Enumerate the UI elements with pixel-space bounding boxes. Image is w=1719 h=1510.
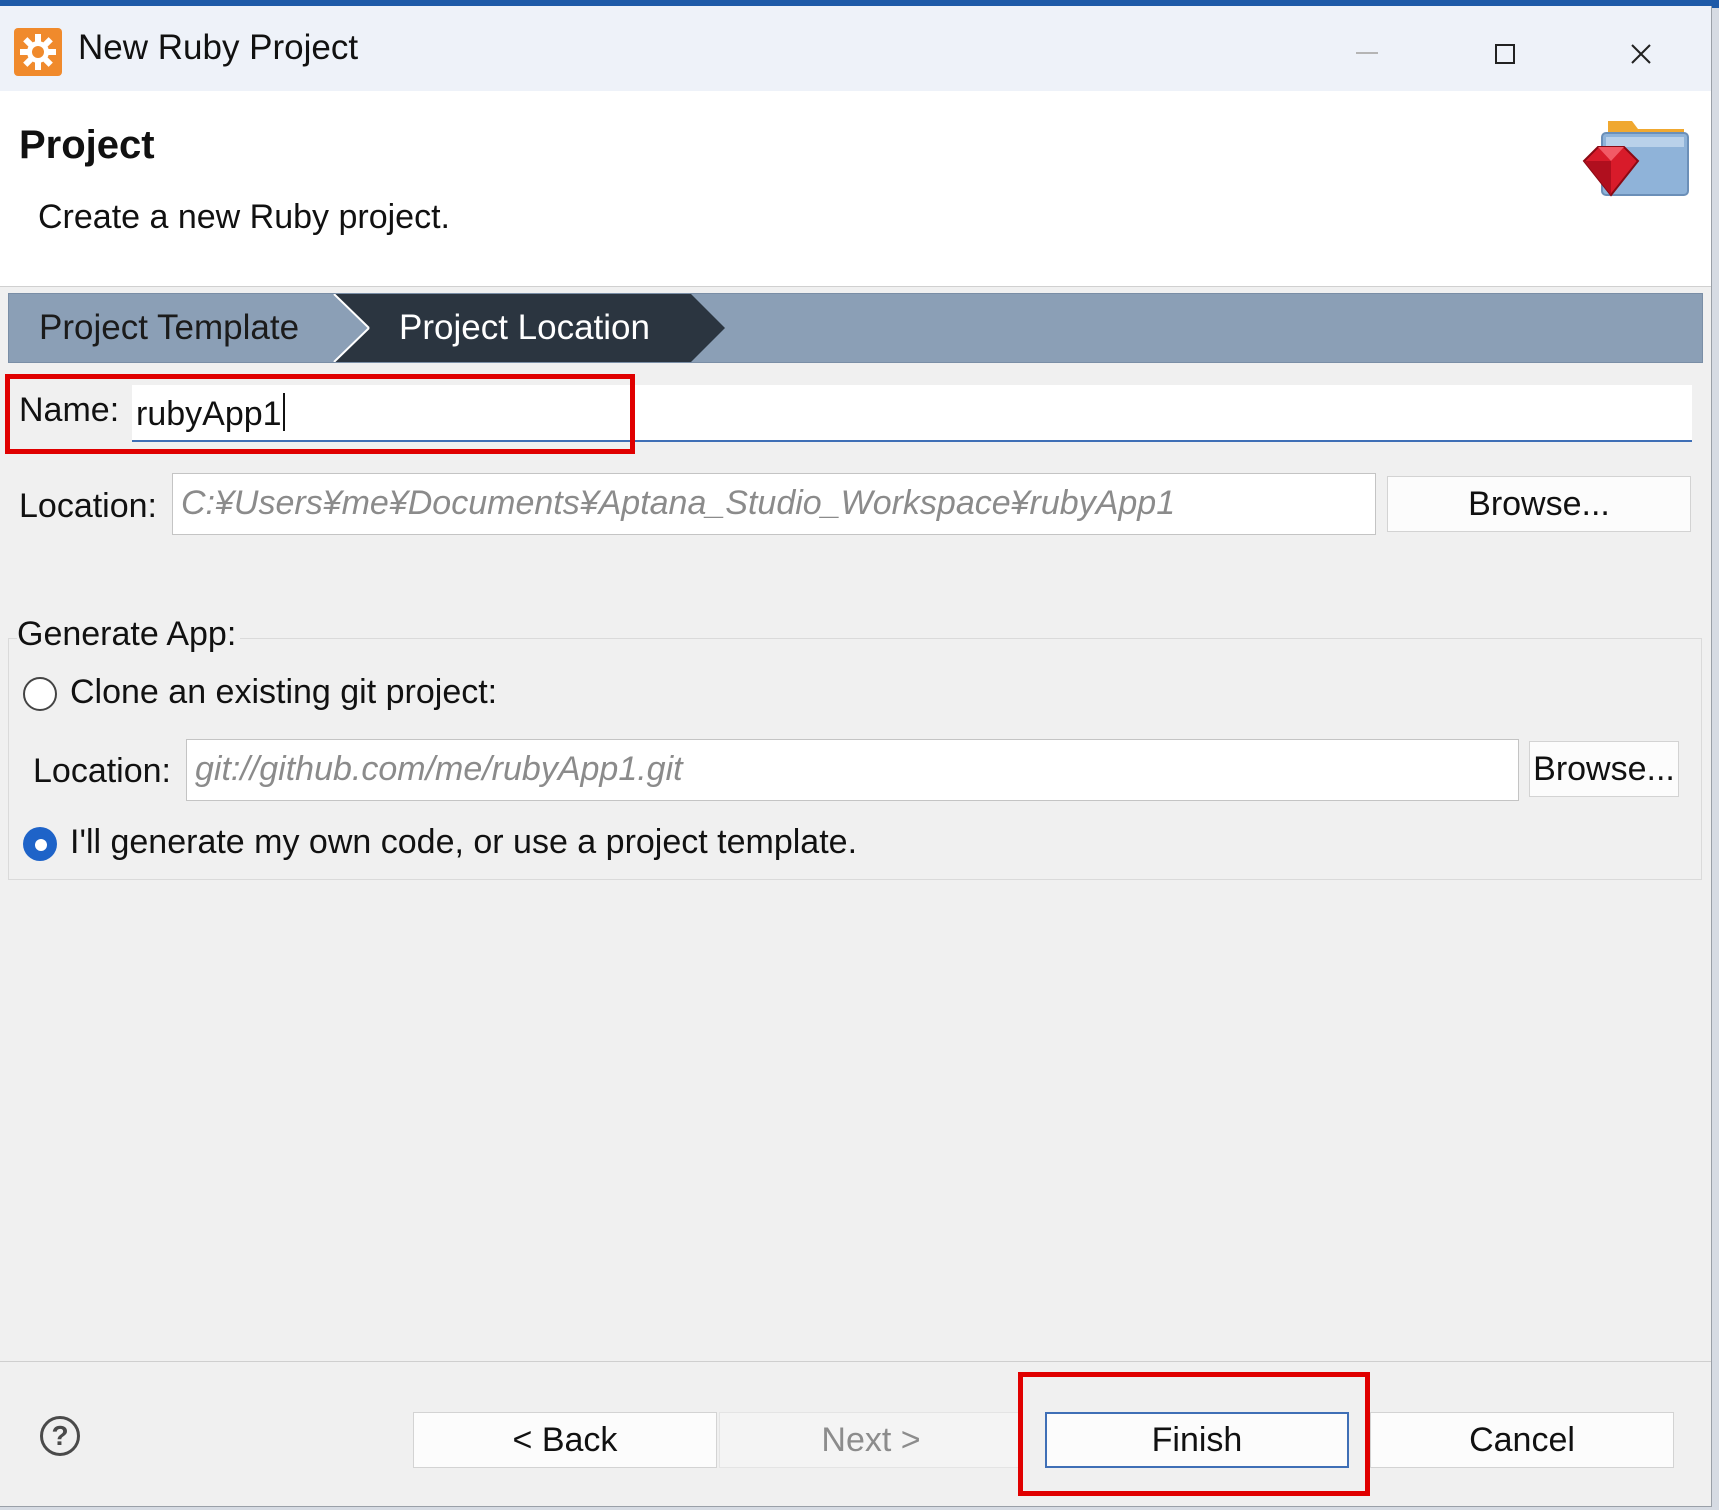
clone-git-radio[interactable] bbox=[23, 677, 57, 711]
window-title: New Ruby Project bbox=[78, 28, 359, 67]
help-icon[interactable]: ? bbox=[40, 1416, 80, 1456]
breadcrumb-project-location[interactable]: Project Location bbox=[399, 308, 650, 348]
maximize-icon bbox=[1495, 44, 1515, 64]
project-name-text: rubyApp1 bbox=[136, 395, 282, 433]
close-button[interactable] bbox=[1574, 18, 1711, 88]
clone-git-label[interactable]: Clone an existing git project: bbox=[70, 673, 497, 712]
breadcrumb-project-template[interactable]: Project Template bbox=[39, 308, 299, 348]
ruby-folder-icon bbox=[1582, 121, 1689, 197]
maximize-button[interactable] bbox=[1436, 18, 1574, 88]
page-description: Create a new Ruby project. bbox=[38, 198, 450, 236]
location-input[interactable]: C:¥Users¥me¥Documents¥Aptana_Studio_Work… bbox=[172, 473, 1376, 535]
app-gear-icon bbox=[14, 28, 62, 76]
wizard-breadcrumb: Project Template Project Location bbox=[8, 293, 1703, 363]
project-name-value: rubyApp1 bbox=[136, 393, 285, 434]
own-code-radio[interactable] bbox=[23, 827, 57, 861]
page-title: Project bbox=[19, 123, 155, 167]
title-bar[interactable]: New Ruby Project bbox=[0, 6, 1711, 91]
minimize-icon bbox=[1356, 52, 1378, 54]
browse-location-button[interactable]: Browse... bbox=[1387, 476, 1691, 532]
footer-separator bbox=[0, 1361, 1711, 1362]
text-caret bbox=[282, 393, 285, 431]
back-button[interactable]: < Back bbox=[413, 1412, 717, 1468]
minimize-button[interactable] bbox=[1298, 18, 1436, 88]
new-ruby-project-dialog: New Ruby Project Project Create a new Ru… bbox=[0, 6, 1712, 1507]
cancel-button[interactable]: Cancel bbox=[1370, 1412, 1674, 1468]
location-label: Location: bbox=[19, 487, 157, 525]
git-location-label: Location: bbox=[33, 752, 171, 790]
project-name-input[interactable]: rubyApp1 bbox=[132, 385, 1692, 442]
wizard-banner: Project Create a new Ruby project. bbox=[0, 91, 1711, 287]
next-button[interactable]: Next > bbox=[719, 1412, 1023, 1468]
finish-button[interactable]: Finish bbox=[1045, 1412, 1349, 1468]
name-label: Name: bbox=[19, 391, 120, 429]
close-icon bbox=[1631, 44, 1651, 64]
own-code-label[interactable]: I'll generate my own code, or use a proj… bbox=[70, 823, 857, 862]
git-location-placeholder: git://github.com/me/rubyApp1.git bbox=[195, 750, 683, 788]
generate-app-label: Generate App: bbox=[17, 615, 241, 654]
git-location-input[interactable]: git://github.com/me/rubyApp1.git bbox=[186, 739, 1519, 801]
location-placeholder: C:¥Users¥me¥Documents¥Aptana_Studio_Work… bbox=[181, 484, 1176, 522]
browse-git-button[interactable]: Browse... bbox=[1529, 741, 1679, 797]
